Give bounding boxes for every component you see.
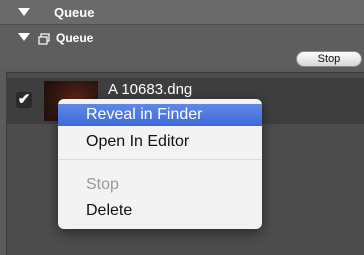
disclosure-triangle-icon[interactable] xyxy=(18,8,30,16)
menu-item-label: Reveal in Finder xyxy=(86,106,203,123)
queue-header-title: Queue xyxy=(54,5,95,20)
menu-item-stop: Stop xyxy=(58,174,262,196)
queue-item-checkbox[interactable]: ✔ xyxy=(16,92,32,108)
queue-header: Queue xyxy=(0,0,364,25)
context-menu: Reveal in Finder Open In Editor Stop Del… xyxy=(58,99,262,229)
stack-icon xyxy=(38,33,50,45)
stop-button[interactable]: Stop xyxy=(296,51,362,67)
menu-item-open-in-editor[interactable]: Open In Editor xyxy=(58,131,262,153)
menu-item-delete[interactable]: Delete xyxy=(58,200,262,222)
menu-item-label: Open In Editor xyxy=(86,133,190,150)
queue-item-filename: A 10683.dng xyxy=(108,81,193,98)
menu-item-label: Delete xyxy=(86,202,133,219)
menu-separator xyxy=(58,159,262,160)
queue-group-title: Queue xyxy=(56,31,94,45)
disclosure-triangle-icon[interactable] xyxy=(18,33,30,41)
menu-item-reveal-in-finder[interactable]: Reveal in Finder xyxy=(58,104,262,126)
menu-item-label: Stop xyxy=(86,176,119,193)
